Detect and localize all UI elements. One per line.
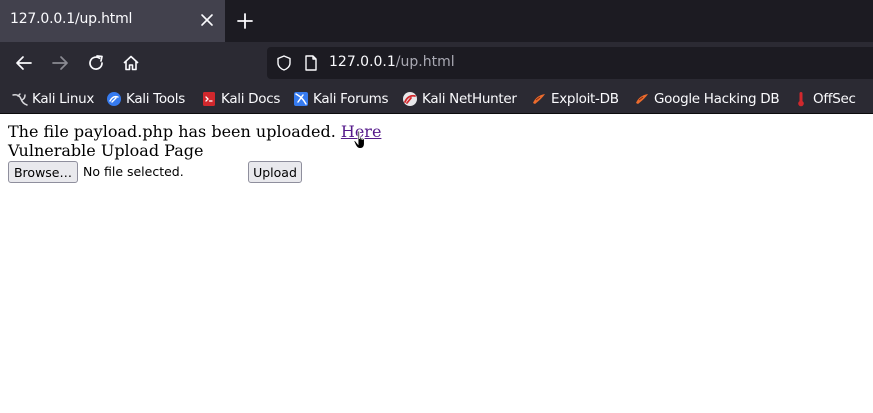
kali-docs-icon [203,92,215,106]
forward-arrow-icon[interactable] [49,52,71,74]
bookmark-label: Google Hacking DB [654,91,780,107]
tab-title: 127.0.0.1/up.html [10,11,133,27]
exploit-db-icon [533,94,545,104]
bookmark-label: Kali Forums [313,91,389,107]
tab-strip: 127.0.0.1/up.html [0,0,873,42]
file-status: No file selected. [83,164,184,179]
nav-bar: 127.0.0.1/up.html [0,42,873,84]
url-path: /up.html [395,54,455,70]
bookmark-kali-linux[interactable]: Kali Linux [12,90,94,108]
browse-button[interactable]: Browse… [8,161,78,183]
page-heading: Vulnerable Upload Page [8,141,204,160]
url-text[interactable]: 127.0.0.1/up.html [329,54,455,70]
kali-tools-icon [107,92,121,106]
kali-forums-icon [294,92,308,106]
back-arrow-icon[interactable] [13,52,35,74]
bookmark-kali-docs[interactable]: Kali Docs [201,90,280,108]
url-bar[interactable]: 127.0.0.1/up.html [267,47,873,79]
bookmark-kali-nethunter[interactable]: Kali NetHunter [402,90,517,108]
page-content: The file payload.php has been uploaded. … [0,114,873,413]
bookmark-google-hacking-db[interactable]: Google Hacking DB [634,90,780,108]
plus-icon[interactable] [234,10,256,32]
kali-nethunter-icon [403,92,417,106]
tab-active[interactable]: 127.0.0.1/up.html [0,0,225,42]
ghdb-icon [636,94,648,104]
bookmark-offsec[interactable]: OffSec [793,90,856,108]
bookmark-label: OffSec [813,91,856,107]
hand-cursor-icon [353,130,365,149]
page-icon[interactable] [302,54,320,72]
url-host: 127.0.0.1 [329,54,396,70]
bookmark-exploit-db[interactable]: Exploit-DB [531,90,619,108]
bookmark-kali-tools[interactable]: Kali Tools [106,90,185,108]
home-icon[interactable] [120,52,142,74]
offsec-icon [798,92,804,107]
bookmark-label: Kali Linux [32,91,95,107]
upload-button[interactable]: Upload [248,161,302,183]
bookmark-label: Kali Tools [126,91,185,107]
bookmark-label: Exploit-DB [551,91,619,107]
upload-result: The file payload.php has been uploaded. … [8,122,381,141]
reload-icon[interactable] [85,52,107,74]
bookmark-kali-forums[interactable]: Kali Forums [293,90,389,108]
shield-icon[interactable] [275,54,293,72]
close-icon[interactable] [198,11,216,29]
upload-message: The file payload.php has been uploaded. [8,122,336,141]
bookmark-label: Kali NetHunter [422,91,517,107]
kali-dragon-icon [12,93,28,106]
bookmarks-bar: Kali Linux Kali Tools Kali Docs Kali For… [0,84,873,114]
bookmark-label: Kali Docs [221,91,281,107]
